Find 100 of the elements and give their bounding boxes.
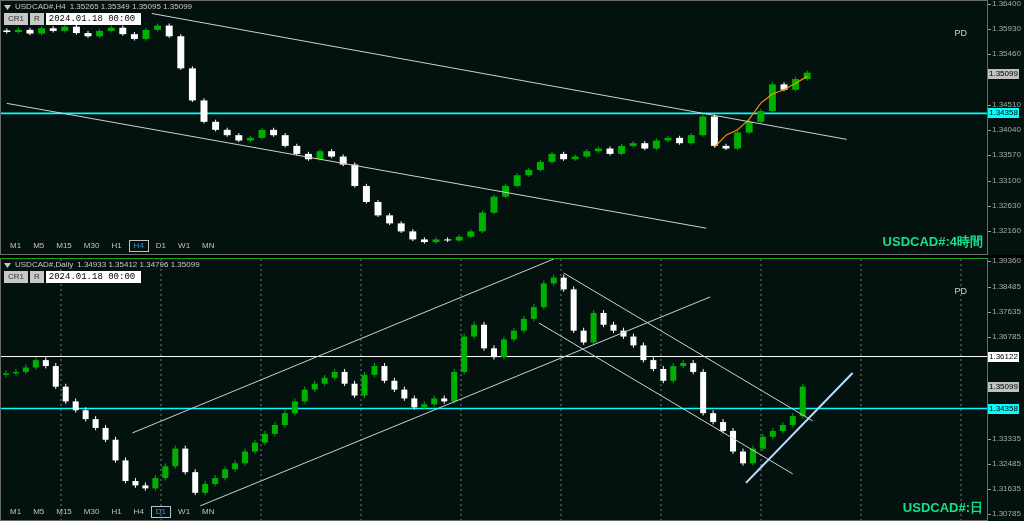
price-label: 1.35099 [988, 68, 1019, 79]
dropdown-icon[interactable] [4, 4, 11, 10]
candlestick [699, 113, 707, 138]
toolbar-button[interactable]: CR1 [4, 271, 28, 283]
chart-symbol: USDCAD#,H4 [15, 2, 66, 12]
candlestick [757, 108, 765, 124]
chart-title: USDCAD#:4時間 [882, 232, 983, 251]
candlestick [72, 397, 79, 414]
price-label: 1.34358 [988, 108, 1019, 119]
timeframe-tab[interactable]: M30 [78, 506, 105, 518]
candlestick [212, 119, 220, 132]
timeframe-tab[interactable]: M30 [78, 240, 105, 252]
candlestick [467, 228, 475, 239]
axis-label: 1.32485 [992, 458, 1021, 469]
axis-label: 1.32630 [992, 200, 1021, 211]
candlestick [680, 359, 687, 369]
candlestick [560, 151, 568, 162]
candlestick [789, 412, 796, 428]
toolbar-button[interactable]: CR1 [4, 13, 28, 25]
candlestick [142, 482, 149, 492]
timeframe-tab[interactable]: M1 [5, 240, 27, 252]
candlestick [641, 140, 649, 151]
candlestick [339, 153, 347, 167]
candlestick [780, 81, 788, 92]
candlestick [172, 445, 179, 470]
candlestick [14, 27, 22, 35]
candlestick [525, 167, 533, 178]
toolbar-button[interactable]: R [30, 13, 44, 25]
candlestick [200, 97, 208, 124]
candlestick [38, 25, 46, 36]
candlestick [182, 445, 189, 476]
candlestick [580, 327, 587, 346]
date-field[interactable]: 2024.01.18 00:00 [45, 13, 141, 25]
price-label: 1.34358 [988, 403, 1019, 414]
candlestick [304, 151, 312, 162]
candlestick [311, 380, 318, 393]
candlestick [42, 356, 49, 369]
candlestick [734, 129, 742, 151]
candlestick [799, 383, 806, 419]
candlestick [331, 368, 338, 381]
candlestick [690, 359, 697, 375]
candlestick [291, 397, 298, 417]
candlestick [670, 362, 677, 384]
candlestick [676, 135, 684, 146]
toolbar-button[interactable]: R [30, 271, 44, 283]
candlestick [212, 474, 219, 487]
timeframe-tab[interactable]: MN [197, 240, 220, 252]
timeframe-tab[interactable]: H1 [106, 506, 127, 518]
candlestick [3, 369, 9, 378]
dropdown-icon[interactable] [4, 262, 11, 268]
timeframe-tab[interactable]: W1 [173, 240, 196, 252]
axis-label: 1.36785 [992, 332, 1021, 342]
timeframe-tab[interactable]: M5 [28, 506, 50, 518]
candlestick [301, 386, 308, 405]
chart-title: USDCAD#:日 [902, 498, 983, 517]
timeframe-tab[interactable]: W1 [173, 506, 196, 518]
axis-label: 1.33335 [992, 433, 1021, 444]
candlestick [152, 474, 159, 492]
candlestick [165, 22, 173, 39]
candlestick [258, 127, 266, 140]
candlestick [570, 285, 577, 334]
candlestick [84, 30, 92, 39]
candlestick [132, 477, 139, 489]
candlestick [740, 448, 746, 467]
candlestick [52, 362, 59, 390]
candlestick [316, 148, 324, 162]
candlestick [281, 132, 289, 148]
candlestick [223, 127, 231, 138]
axis-label: 1.34510 [992, 100, 1021, 110]
candlestick [720, 418, 727, 434]
timeframe-tab[interactable]: D1 [150, 506, 172, 518]
axis-label: 1.35460 [992, 49, 1021, 60]
candlestick [471, 321, 478, 340]
timeframe-tab[interactable]: M15 [51, 506, 77, 518]
candlestick [162, 462, 169, 481]
candlestick [12, 368, 19, 377]
candlestick [261, 430, 268, 446]
candlestick [3, 27, 11, 35]
candlestick [96, 28, 104, 39]
timeframe-tab[interactable]: M15 [51, 240, 77, 252]
timeframe-tab[interactable]: D1 [150, 240, 172, 252]
candlestick [502, 183, 510, 199]
candlestick [606, 145, 614, 156]
candlestick [700, 368, 707, 417]
candlestick [328, 148, 336, 159]
timeframe-tab[interactable]: MN [197, 506, 220, 518]
candlestick [192, 468, 199, 496]
timeframe-tab[interactable]: H1 [106, 240, 127, 252]
candlestick [500, 336, 507, 361]
date-field[interactable]: 2024.01.18 00:00 [45, 271, 141, 283]
candlestick [188, 65, 196, 103]
candlestick [420, 236, 428, 245]
timeframe-tab[interactable]: M5 [28, 240, 50, 252]
timeframe-tab[interactable]: H4 [128, 506, 149, 518]
axis-label: 1.36400 [992, 0, 1021, 10]
candlestick [461, 333, 468, 375]
timeframe-tab[interactable]: H4 [128, 240, 149, 252]
axis-label: 1.34040 [992, 125, 1021, 136]
candlestick [722, 143, 730, 151]
timeframe-tab[interactable]: M1 [5, 506, 27, 518]
